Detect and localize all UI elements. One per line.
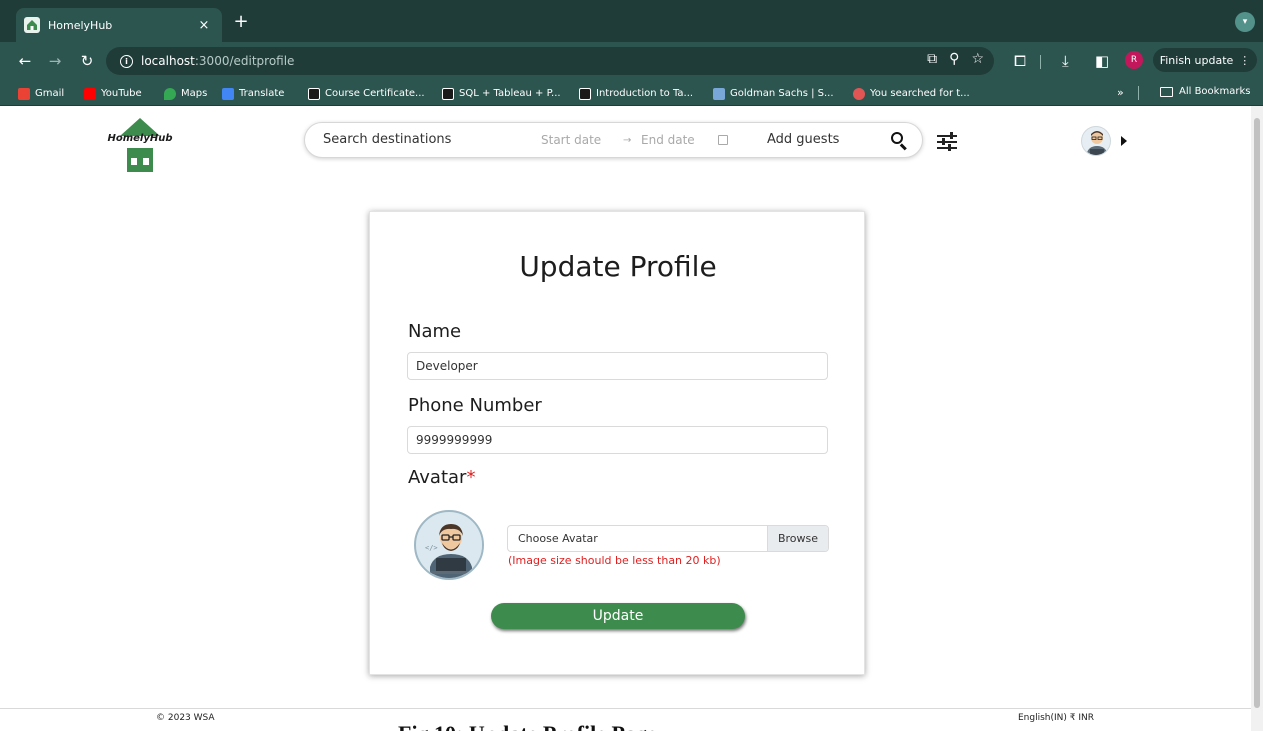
destination-input[interactable]: Search destinations	[323, 132, 451, 147]
logo-house-shape	[127, 148, 153, 172]
zoom-icon[interactable]: ⚲	[949, 51, 959, 67]
tableau-favicon-icon	[442, 87, 454, 100]
browser-tab-homelyhub[interactable]: HomelyHub ×	[16, 8, 222, 42]
avatar-label: Avatar*	[408, 467, 475, 488]
side-panel-icon[interactable]: ◧	[1095, 51, 1109, 71]
avatar-label-text: Avatar	[408, 467, 467, 488]
svg-text:</>: </>	[425, 544, 438, 552]
tableau-favicon-icon	[308, 87, 320, 100]
page-scrollbar[interactable]	[1251, 106, 1263, 731]
url-path: :3000/editprofile	[194, 54, 295, 68]
reload-icon[interactable]: ↻	[76, 51, 98, 71]
screen: HomelyHub × + ▾ ← → ↻ i localhost :3000/…	[0, 0, 1263, 731]
back-arrow-icon[interactable]: ←	[14, 51, 36, 71]
required-asterisk: *	[466, 467, 476, 488]
toolbar-divider	[1040, 55, 1041, 69]
bookmark-star-icon[interactable]: ☆	[971, 51, 984, 67]
footer-copyright: © 2023 WSA	[156, 713, 215, 723]
bookmarks-divider	[1138, 86, 1139, 100]
end-date-input[interactable]: End date	[641, 133, 695, 147]
finish-update-button[interactable]: Finish update ⋮	[1153, 48, 1257, 72]
folder-icon	[1160, 86, 1173, 97]
extensions-puzzle-icon[interactable]: ⧠	[1014, 51, 1026, 71]
url-host: localhost	[141, 54, 195, 68]
browser-profile-avatar[interactable]: R	[1125, 51, 1143, 69]
bookmark-translate[interactable]: Translate	[222, 86, 284, 101]
date-range-arrow-icon: →	[623, 135, 632, 146]
all-bookmarks-button[interactable]: All Bookmarks	[1160, 86, 1250, 97]
update-button[interactable]: Update	[491, 603, 745, 629]
bookmark-course-certificate[interactable]: Course Certificate...	[308, 86, 425, 101]
avatar-preview-image: </>	[414, 510, 484, 580]
tab-title: HomelyHub	[48, 18, 113, 32]
search-favicon-icon	[853, 87, 865, 100]
bookmark-label: Gmail	[35, 88, 65, 99]
figure-caption: Fig 10: Update Profile Page	[398, 721, 657, 731]
bookmark-youtube[interactable]: YouTube	[84, 86, 142, 101]
new-tab-button[interactable]: +	[230, 12, 252, 32]
name-label: Name	[408, 321, 462, 342]
bookmark-introduction[interactable]: Introduction to Ta...	[579, 86, 693, 101]
footer-language-currency[interactable]: English(IN) ₹ INR	[1018, 713, 1094, 723]
gmail-icon	[18, 87, 30, 100]
update-profile-card: Update Profile Name Developer Phone Numb…	[369, 211, 865, 675]
search-bar[interactable]: Search destinations Start date → End dat…	[304, 122, 923, 158]
tab-search-chevron-icon[interactable]: ▾	[1235, 12, 1255, 32]
site-info-icon[interactable]: i	[120, 54, 133, 68]
address-bar[interactable]: i localhost :3000/editprofile ⧉ ⚲ ☆	[106, 47, 994, 75]
homelyhub-logo[interactable]: HomelyHub	[106, 118, 174, 176]
logo-text: HomelyHub	[107, 133, 173, 144]
browse-button[interactable]: Browse	[767, 526, 828, 551]
calendar-icon[interactable]	[718, 135, 728, 145]
translate-icon	[222, 87, 234, 100]
bookmark-label: Maps	[181, 88, 208, 99]
phone-label: Phone Number	[408, 395, 542, 416]
bookmarks-bar: Gmail YouTube Maps Translate Course Cert…	[0, 80, 1263, 106]
filter-sliders-icon[interactable]	[937, 132, 957, 151]
bookmark-label: You searched for t...	[870, 88, 970, 99]
tableau-favicon-icon	[579, 87, 591, 100]
footer-divider	[0, 708, 1251, 709]
youtube-icon	[84, 87, 96, 100]
start-date-input[interactable]: Start date	[541, 133, 601, 147]
bookmark-label: Translate	[239, 88, 285, 99]
download-icon[interactable]: ⤓	[1062, 51, 1069, 71]
tab-close-icon[interactable]: ×	[196, 18, 212, 33]
browser-tabstrip: HomelyHub × + ▾	[0, 0, 1263, 42]
bookmark-label: Introduction to Ta...	[596, 88, 694, 99]
guests-input[interactable]: Add guests	[767, 132, 839, 147]
scrollbar-thumb[interactable]	[1254, 118, 1260, 708]
bookmark-goldman-sachs[interactable]: Goldman Sachs | S...	[713, 86, 834, 101]
browser-toolbar: ← → ↻ i localhost :3000/editprofile ⧉ ⚲ …	[0, 42, 1263, 80]
install-app-icon[interactable]: ⧉	[927, 51, 937, 67]
bookmark-sql-tableau[interactable]: SQL + Tableau + P...	[442, 86, 561, 101]
image-size-hint: (Image size should be less than 20 kb)	[508, 554, 721, 567]
maps-pin-icon	[164, 87, 176, 100]
bookmark-label: Course Certificate...	[325, 88, 425, 99]
forward-arrow-icon[interactable]: →	[44, 51, 66, 71]
choose-avatar-text: Choose Avatar	[518, 532, 598, 545]
homelyhub-favicon-icon	[24, 17, 40, 33]
finish-update-label: Finish update	[1159, 53, 1234, 67]
page-title: Update Profile	[519, 250, 717, 283]
user-menu-caret-icon[interactable]	[1121, 136, 1127, 146]
goldman-sachs-icon	[713, 87, 725, 100]
user-avatar-icon[interactable]	[1081, 126, 1111, 156]
bookmark-gmail[interactable]: Gmail	[18, 86, 64, 101]
name-field[interactable]: Developer	[407, 352, 828, 380]
phone-field[interactable]: 9999999999	[407, 426, 828, 454]
avatar-file-input[interactable]: Choose Avatar Browse	[507, 525, 829, 552]
bookmark-label: SQL + Tableau + P...	[459, 88, 561, 99]
search-icon[interactable]	[891, 132, 909, 151]
bookmark-you-searched[interactable]: You searched for t...	[853, 86, 970, 101]
bookmark-label: Goldman Sachs | S...	[730, 88, 834, 99]
bookmark-label: YouTube	[101, 88, 142, 99]
bookmarks-overflow-chevron-icon[interactable]: »	[1117, 86, 1124, 99]
all-bookmarks-label: All Bookmarks	[1179, 86, 1251, 97]
bookmark-maps[interactable]: Maps	[164, 86, 207, 101]
kebab-menu-icon: ⋮	[1239, 53, 1251, 67]
